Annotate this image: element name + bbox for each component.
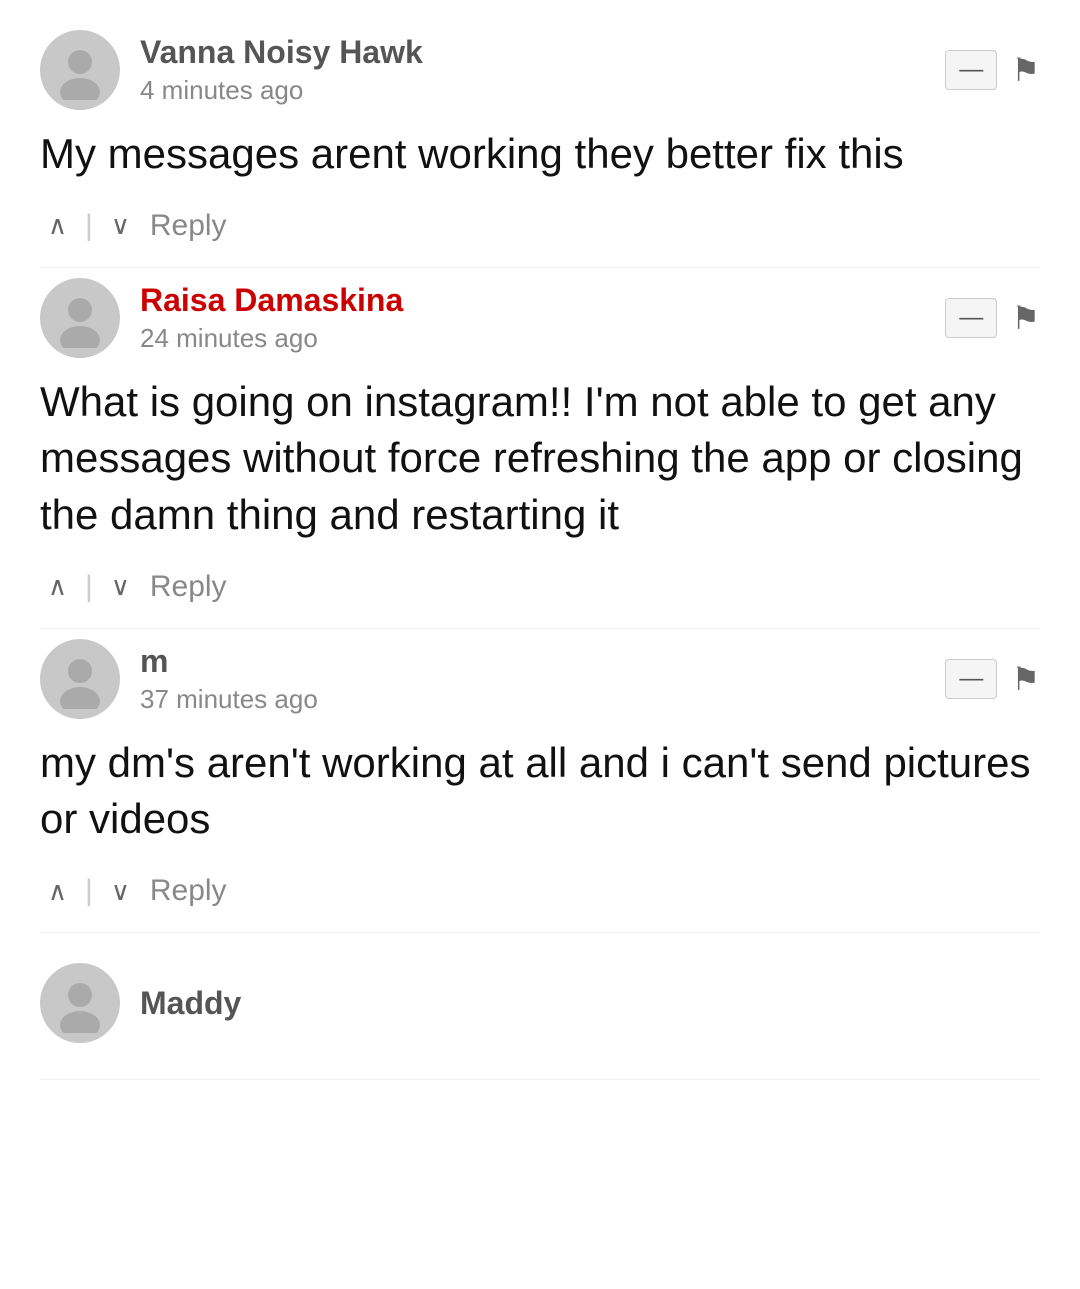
comment-header: Vanna Noisy Hawk 4 minutes ago — ⚑: [40, 30, 1040, 110]
comment-header-left: Vanna Noisy Hawk 4 minutes ago: [40, 30, 423, 110]
downvote-button[interactable]: ∨: [103, 567, 138, 606]
minus-icon: —: [959, 665, 983, 693]
reply-button[interactable]: Reply: [138, 566, 239, 608]
username: Maddy: [140, 985, 241, 1022]
downvote-button[interactable]: ∨: [103, 872, 138, 911]
comment-footer: ∧ | ∨ Reply: [40, 205, 1040, 247]
upvote-icon: ∧: [48, 210, 67, 241]
comment-item: Maddy: [40, 943, 1040, 1080]
vote-separator: |: [85, 874, 93, 908]
user-info: Maddy: [140, 985, 241, 1022]
flag-icon[interactable]: ⚑: [1011, 660, 1040, 698]
comment-item: Vanna Noisy Hawk 4 minutes ago — ⚑ My me…: [40, 30, 1040, 268]
avatar: [40, 30, 120, 110]
comment-footer: ∧ | ∨ Reply: [40, 870, 1040, 912]
comment-header-left: Maddy: [40, 963, 241, 1043]
downvote-button[interactable]: ∨: [103, 206, 138, 245]
comment-actions-right: — ⚑: [945, 298, 1040, 338]
comment-body: What is going on instagram!! I'm not abl…: [40, 374, 1040, 544]
comment-body: My messages arent working they better fi…: [40, 126, 1040, 183]
flag-icon[interactable]: ⚑: [1011, 299, 1040, 337]
comment-header-left: Raisa Damaskina 24 minutes ago: [40, 278, 403, 358]
upvote-icon: ∧: [48, 571, 67, 602]
comment-footer: ∧ | ∨ Reply: [40, 566, 1040, 608]
minus-icon: —: [959, 304, 983, 332]
comment-header-left: m 37 minutes ago: [40, 639, 318, 719]
flag-icon[interactable]: ⚑: [1011, 51, 1040, 89]
reply-button[interactable]: Reply: [138, 205, 239, 247]
comment-item: Raisa Damaskina 24 minutes ago — ⚑ What …: [40, 278, 1040, 629]
upvote-icon: ∧: [48, 876, 67, 907]
user-info: m 37 minutes ago: [140, 643, 318, 715]
upvote-button[interactable]: ∧: [40, 872, 75, 911]
collapse-button[interactable]: —: [945, 659, 997, 699]
comment-header: Maddy: [40, 963, 1040, 1043]
timestamp: 37 minutes ago: [140, 684, 318, 715]
comment-body: my dm's aren't working at all and i can'…: [40, 735, 1040, 848]
reply-button[interactable]: Reply: [138, 870, 239, 912]
comment-header: Raisa Damaskina 24 minutes ago — ⚑: [40, 278, 1040, 358]
timestamp: 4 minutes ago: [140, 75, 423, 106]
minus-icon: —: [959, 56, 983, 84]
downvote-icon: ∨: [111, 876, 130, 907]
comment-actions-right: — ⚑: [945, 50, 1040, 90]
user-info: Vanna Noisy Hawk 4 minutes ago: [140, 34, 423, 106]
vote-separator: |: [85, 570, 93, 604]
username: m: [140, 643, 318, 680]
avatar: [40, 963, 120, 1043]
user-info: Raisa Damaskina 24 minutes ago: [140, 282, 403, 354]
username: Vanna Noisy Hawk: [140, 34, 423, 71]
comment-header: m 37 minutes ago — ⚑: [40, 639, 1040, 719]
comment-item: m 37 minutes ago — ⚑ my dm's aren't work…: [40, 639, 1040, 933]
avatar: [40, 639, 120, 719]
timestamp: 24 minutes ago: [140, 323, 403, 354]
upvote-button[interactable]: ∧: [40, 206, 75, 245]
avatar: [40, 278, 120, 358]
downvote-icon: ∨: [111, 571, 130, 602]
collapse-button[interactable]: —: [945, 50, 997, 90]
username: Raisa Damaskina: [140, 282, 403, 319]
comment-actions-right: — ⚑: [945, 659, 1040, 699]
downvote-icon: ∨: [111, 210, 130, 241]
upvote-button[interactable]: ∧: [40, 567, 75, 606]
vote-separator: |: [85, 209, 93, 243]
collapse-button[interactable]: —: [945, 298, 997, 338]
comments-list: Vanna Noisy Hawk 4 minutes ago — ⚑ My me…: [0, 0, 1080, 1120]
